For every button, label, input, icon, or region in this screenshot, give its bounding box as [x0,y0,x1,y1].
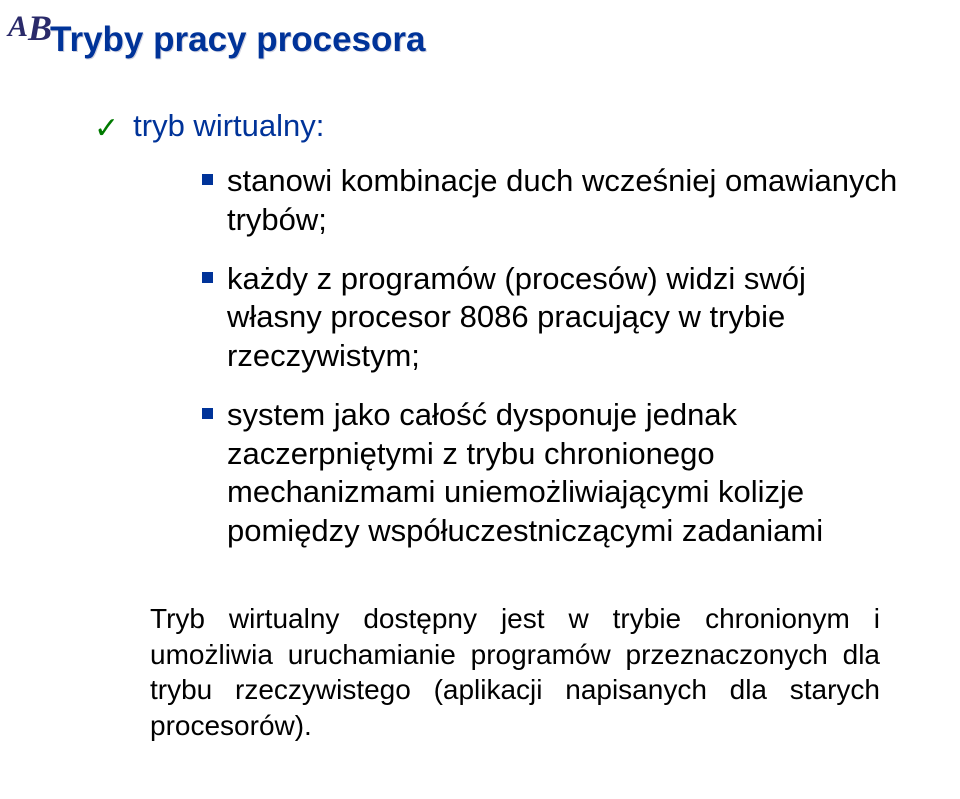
logo: AB [8,10,52,46]
square-bullet-icon [202,174,213,185]
bullet-text: system jako całość dysponuje jednak zacz… [227,396,900,551]
check-icon: ✓ [94,111,119,146]
list-item: stanowi kombinacje duch wcześniej omawia… [202,162,900,240]
list-item: każdy z programów (procesów) widzi swój … [202,260,900,376]
section-heading-row: ✓ tryb wirtualny: [94,108,920,144]
bullet-text: stanowi kombinacje duch wcześniej omawia… [227,162,900,240]
logo-letter-b: B [28,8,52,48]
section: ✓ tryb wirtualny: stanowi kombinacje duc… [94,108,920,551]
logo-letter-a: A [8,10,28,43]
bullet-list: stanowi kombinacje duch wcześniej omawia… [202,162,900,551]
list-item: system jako całość dysponuje jednak zacz… [202,396,900,551]
footer-paragraph: Tryb wirtualny dostępny jest w trybie ch… [150,601,880,744]
square-bullet-icon [202,272,213,283]
page-title: Tryby pracy procesora [50,20,920,60]
slide-content: Tryby pracy procesora ✓ tryb wirtualny: … [50,20,920,744]
square-bullet-icon [202,408,213,419]
bullet-text: każdy z programów (procesów) widzi swój … [227,260,900,376]
section-heading: tryb wirtualny: [133,108,324,144]
